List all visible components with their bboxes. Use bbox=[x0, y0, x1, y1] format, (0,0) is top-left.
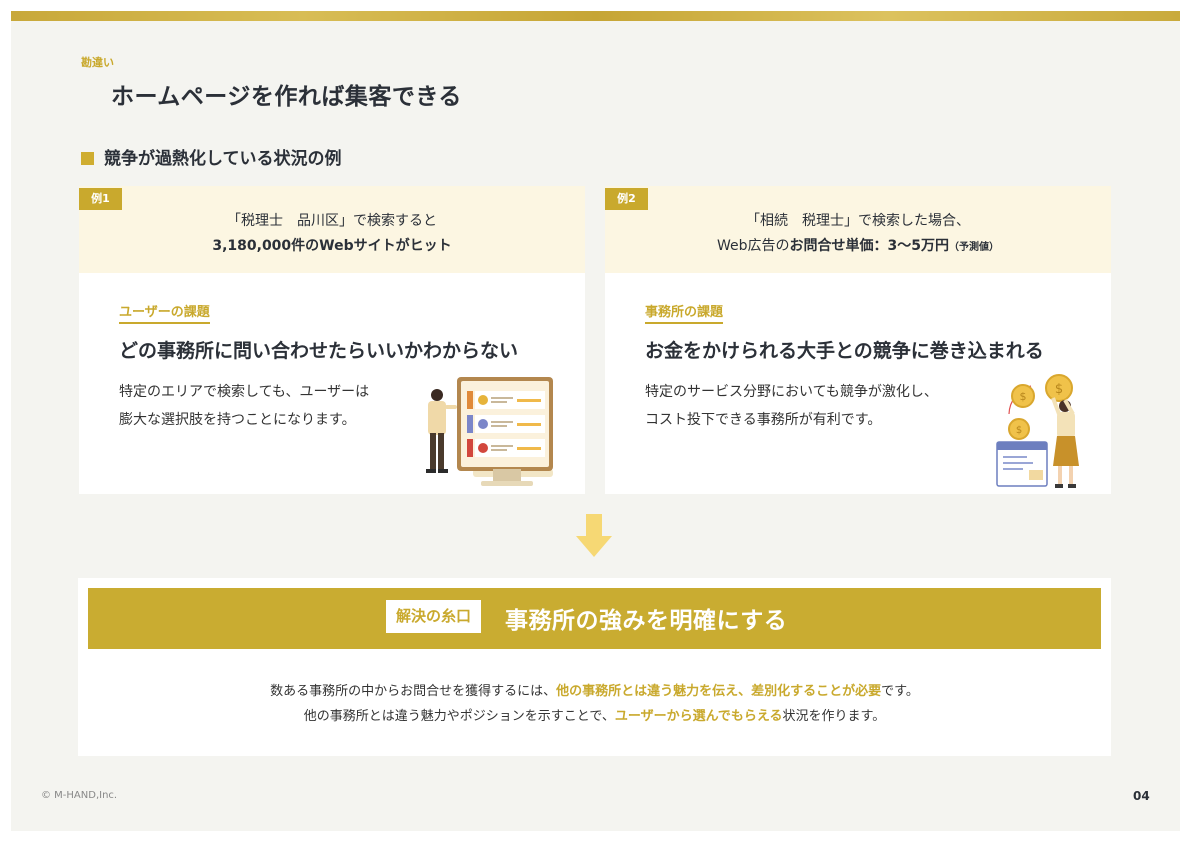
solution-banner: 解決の糸口 事務所の強みを明確にする bbox=[88, 588, 1101, 649]
solution-line-1: 数ある事務所の中からお問合せを獲得するには、他の事務所とは違う魅力を伝え、差別化… bbox=[78, 680, 1111, 699]
solution-text: 数ある事務所の中からお問合せを獲得するには、 bbox=[270, 684, 557, 699]
example-card-header: 例2 「相続 税理士」で検索した場合、 Web広告のお問合せ単価：3〜5万円（予… bbox=[605, 186, 1111, 273]
example-tag: 例1 bbox=[79, 188, 122, 210]
solution-line-2: 他の事務所とは違う魅力やポジションを示すことで、ユーザーから選んでもらえる状況を… bbox=[78, 705, 1111, 724]
body-line: 膨大な選択肢を持つことになります。 bbox=[119, 412, 356, 428]
page-number: 04 bbox=[1133, 789, 1150, 803]
solution-text: です。 bbox=[881, 684, 919, 699]
example-header-line2-note: （予測値） bbox=[949, 242, 999, 253]
office-issue-label: 事務所の課題 bbox=[645, 301, 724, 324]
solution-text: 他の事務所とは違う魅力やポジションを示すことで、 bbox=[303, 709, 615, 724]
example-header-line2-bold: 3,180,000件のWebサイトがヒット bbox=[212, 238, 452, 254]
solution-highlight: 他の事務所とは違う魅力を伝え、差別化することが必要 bbox=[556, 684, 882, 699]
office-issue-body: 特定のサービス分野においても競争が激化し、 コスト投下できる事務所が有利です。 bbox=[645, 378, 938, 434]
user-choosing-from-list-illustration bbox=[426, 377, 553, 486]
body-line: 特定のエリアで検索しても、ユーザーは bbox=[119, 384, 370, 400]
solution-highlight: ユーザーから選んでもらえる bbox=[614, 709, 783, 724]
example-card-1: 例1 「税理士 品川区」で検索すると 3,180,000件のWebサイトがヒット… bbox=[79, 186, 585, 494]
solution-panel: 解決の糸口 事務所の強みを明確にする 数ある事務所の中からお問合せを獲得するには… bbox=[78, 578, 1111, 756]
page-title: ホームページを作れば集客できる bbox=[111, 84, 462, 110]
user-issue-title: どの事務所に問い合わせたらいいかわからない bbox=[119, 340, 519, 362]
example-header-line2: Web広告のお問合せ単価：3〜5万円（予測値） bbox=[605, 234, 1111, 260]
copyright: © M-HAND,Inc. bbox=[41, 790, 118, 801]
square-bullet-icon bbox=[81, 152, 94, 165]
section-title: 競争が過熱化している状況の例 bbox=[104, 149, 342, 169]
example-header-line1: 「相続 税理士」で検索した場合、 bbox=[746, 213, 970, 229]
person-holding-coins-illustration: $ $ $ bbox=[996, 374, 1079, 488]
example-header-text: 「相続 税理士」で検索した場合、 Web広告のお問合せ単価：3〜5万円（予測値） bbox=[605, 209, 1111, 260]
gold-header-bar bbox=[11, 11, 1180, 21]
solution-title: 事務所の強みを明確にする bbox=[505, 608, 788, 634]
office-issue-title: お金をかけられる大手との競争に巻き込まれる bbox=[645, 340, 1044, 362]
slide: 勘違い ホームページを作れば集客できる 競争が過熱化している状況の例 例1 「税… bbox=[11, 11, 1180, 831]
section-heading: 競争が過熱化している状況の例 bbox=[81, 144, 342, 169]
kicker-label: 勘違い bbox=[81, 56, 114, 69]
example-card-2: 例2 「相続 税理士」で検索した場合、 Web広告のお問合せ単価：3〜5万円（予… bbox=[605, 186, 1111, 494]
example-header-line2: 3,180,000件のWebサイトがヒット bbox=[79, 234, 585, 259]
user-issue-label: ユーザーの課題 bbox=[119, 301, 210, 324]
svg-text:$: $ bbox=[1020, 390, 1027, 403]
down-arrow-icon bbox=[576, 514, 612, 557]
body-line: 特定のサービス分野においても競争が激化し、 bbox=[645, 384, 938, 400]
user-issue-body: 特定のエリアで検索しても、ユーザーは 膨大な選択肢を持つことになります。 bbox=[119, 378, 369, 434]
body-line: コスト投下できる事務所が有利です。 bbox=[645, 412, 882, 428]
example-header-line2-prefix: Web広告の bbox=[716, 238, 790, 254]
example-header-text: 「税理士 品川区」で検索すると 3,180,000件のWebサイトがヒット bbox=[79, 209, 585, 259]
example-card-header: 例1 「税理士 品川区」で検索すると 3,180,000件のWebサイトがヒット bbox=[79, 186, 585, 273]
example-header-line1: 「税理士 品川区」で検索すると bbox=[227, 213, 437, 229]
example-tag: 例2 bbox=[605, 188, 648, 210]
svg-text:$: $ bbox=[1055, 382, 1063, 397]
solution-text: 状況を作ります。 bbox=[782, 709, 886, 724]
svg-text:$: $ bbox=[1016, 425, 1022, 436]
solution-badge: 解決の糸口 bbox=[386, 600, 482, 633]
example-header-line2-bold: お問合せ単価：3〜5万円 bbox=[789, 238, 949, 254]
